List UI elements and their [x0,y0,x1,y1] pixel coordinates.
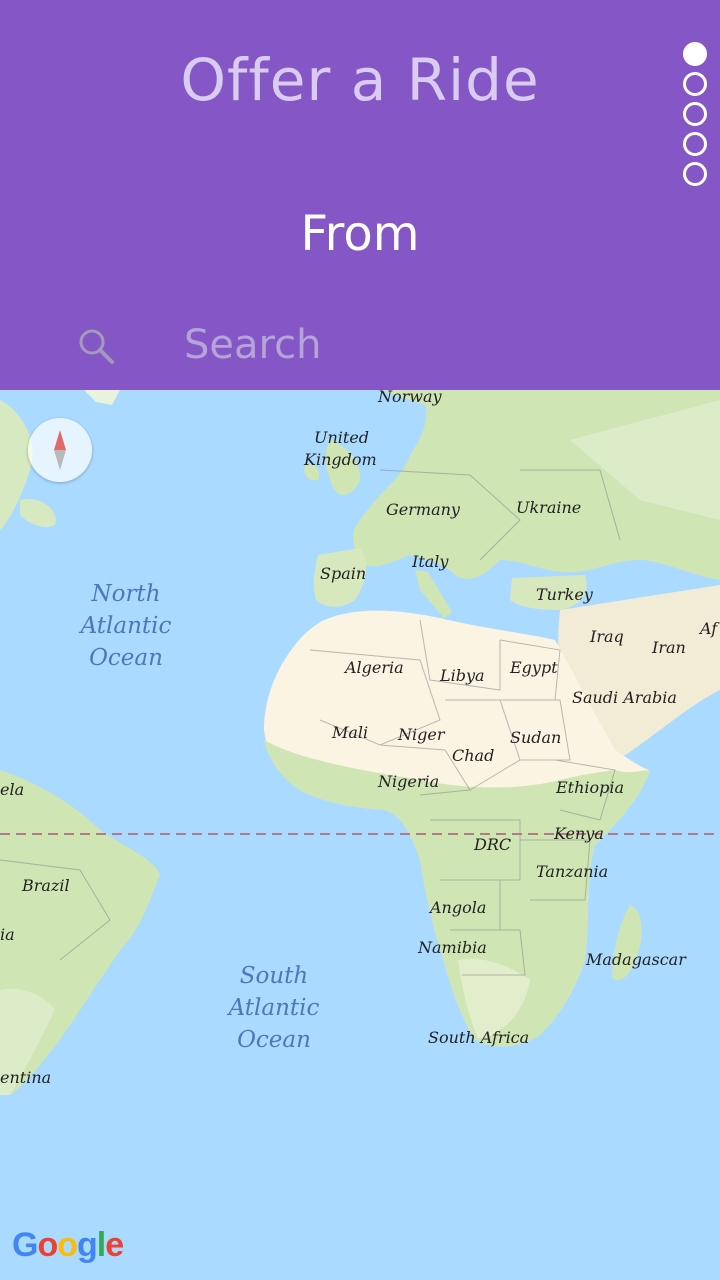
map-label-norway: Norway [378,390,442,406]
map-label-italy: Italy [412,552,449,571]
search-icon[interactable] [76,326,116,366]
map-label-iraq: Iraq [590,627,624,646]
map-label-turkey: Turkey [536,585,593,604]
map-label-algeria: Algeria [345,658,404,677]
page-title: Offer a Ride [180,46,540,114]
map-label-ukraine: Ukraine [516,498,582,517]
map-label-south-atlantic: South Atlantic Ocean [228,963,320,1053]
map-label-namibia: Namibia [418,938,487,957]
map-view[interactable]: Norway United Kingdom Germany Ukraine It… [0,390,720,1280]
page-dot-2[interactable] [683,72,707,96]
map-label-saudi-arabia: Saudi Arabia [572,688,677,707]
google-logo: Google [12,1226,124,1264]
map-label-ethiopia: Ethiopia [556,778,625,797]
map-label-madagascar: Madagascar [586,950,686,969]
map-label-nigeria: Nigeria [378,772,440,791]
map-label-brazil: Brazil [22,876,70,895]
map-label-tanzania: Tanzania [536,862,609,881]
page-dot-5[interactable] [683,162,707,186]
map-label-entina: entina [0,1068,52,1087]
page-dot-1[interactable] [683,42,707,66]
map-label-germany: Germany [386,500,460,519]
page-dot-4[interactable] [683,132,707,156]
map-label-drc: DRC [474,835,512,854]
map-label-af: Af [700,619,718,638]
section-label-from: From [300,206,420,262]
map-label-niger: Niger [398,725,445,744]
map-tiles [0,390,720,1095]
map-label-egypt: Egypt [510,658,558,677]
map-label-angola: Angola [430,898,487,917]
map-label-libya: Libya [440,666,485,685]
map-label-chad: Chad [452,746,495,765]
map-label-south-africa: South Africa [428,1028,530,1047]
map-label-ela: ela [0,780,25,799]
search-input[interactable] [184,318,664,372]
page-indicator [683,42,707,192]
header-bar: Offer a Ride From [0,0,720,390]
map-label-kingdom: Kingdom [304,450,377,469]
page-dot-3[interactable] [683,102,707,126]
map-label-kenya: Kenya [554,824,604,843]
compass-button[interactable] [28,418,92,482]
map-label-iran: Iran [652,638,686,657]
map-label-mali: Mali [332,723,369,742]
map-label-ia: ia [0,925,15,944]
compass-icon [54,430,66,470]
map-label-sudan: Sudan [510,728,562,747]
map-label-north-atlantic: North Atlantic Ocean [80,581,172,671]
map-label-united: United [314,428,370,447]
map-label-spain: Spain [320,564,367,583]
